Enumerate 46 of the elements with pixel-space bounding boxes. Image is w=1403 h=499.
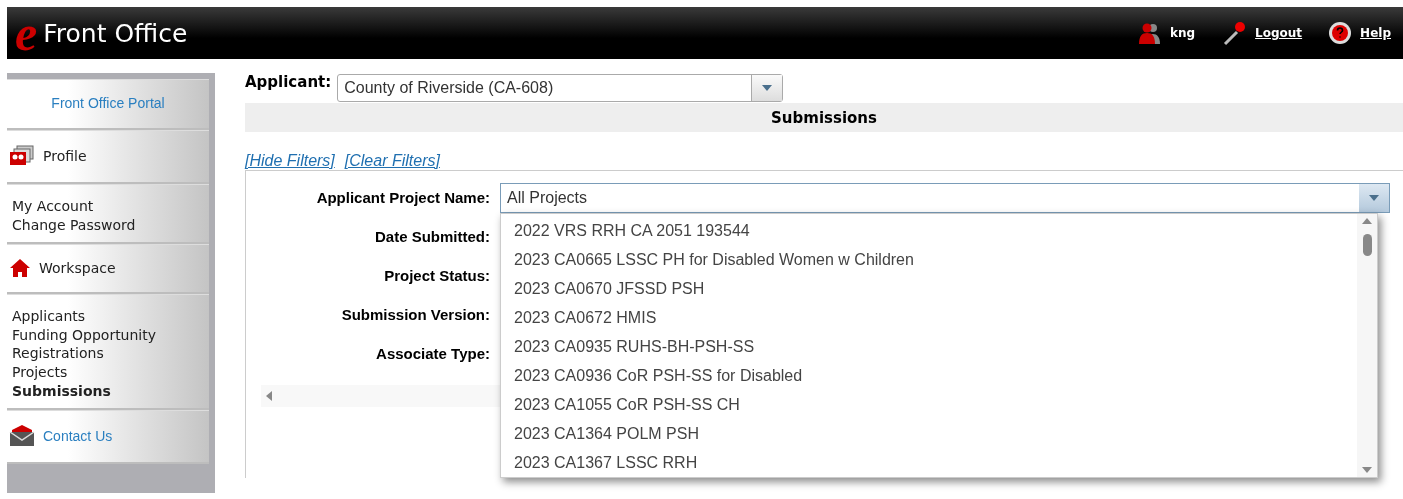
- filter-link[interactable]: [Clear Filters]: [344, 152, 440, 170]
- help-icon: [1328, 21, 1353, 45]
- field-label: Date Submitted:: [374, 228, 490, 245]
- sidebar-link[interactable]: Change Password: [12, 216, 205, 234]
- sidebar-link[interactable]: Applicants: [12, 307, 205, 325]
- contact-link[interactable]: Contact Us: [43, 428, 113, 444]
- scroll-thumb[interactable]: [1362, 234, 1372, 256]
- dropdown-option[interactable]: 2023 CA0935 RUHS-BH-PSH-SS: [514, 331, 1357, 361]
- user-icon: [1137, 22, 1162, 44]
- field-label: Applicant Project Name:: [315, 189, 490, 206]
- header-link[interactable]: Logout: [1255, 26, 1303, 40]
- project-select[interactable]: All Projects: [500, 182, 1390, 213]
- dropdown-option[interactable]: 2023 CA1364 POLM PSH: [514, 418, 1357, 448]
- app-title: Front Office: [43, 18, 188, 48]
- dropdown-option[interactable]: 2023 CA1367 LSSC RRH: [514, 447, 1357, 477]
- caret-icon: [762, 85, 773, 91]
- section-title: Submissions: [771, 108, 877, 127]
- field-label: Project Status:: [383, 267, 490, 284]
- filter-link[interactable]: [Hide Filters]: [245, 152, 335, 170]
- dropdown-option[interactable]: 2023 CA0665 LSSC PH for Disabled Women w Children: [514, 244, 1357, 274]
- dropdown-option[interactable]: 2022 VRS RRH CA 2051 193544: [514, 215, 1357, 245]
- down-arrow-icon: [1362, 466, 1372, 473]
- field-label: Submission Version:: [340, 306, 490, 323]
- user-name: kng: [1169, 26, 1196, 40]
- sidebar-link[interactable]: Funding Opportunity Registrations: [12, 326, 205, 362]
- key-icon: [1221, 20, 1248, 46]
- scrollbar[interactable]: [1357, 213, 1377, 477]
- sidebar-link[interactable]: Projects: [12, 363, 205, 381]
- dropdown-option[interactable]: 2023 CA1055 CoR PSH-SS CH: [514, 389, 1357, 419]
- applicant-select[interactable]: County of Riverside (CA-608): [337, 74, 784, 102]
- sidebar-link[interactable]: Submissions: [12, 382, 205, 400]
- section-heading: Workspace: [39, 260, 116, 276]
- dropdown-option[interactable]: 2023 CA0936 CoR PSH-SS for Disabled: [514, 360, 1357, 390]
- logo-letter: e: [15, 13, 38, 53]
- section-heading: Profile: [43, 148, 87, 164]
- portal-link[interactable]: Front Office Portal: [7, 80, 209, 128]
- dropdown-option[interactable]: 2023 CA0672 HMIS: [514, 302, 1357, 332]
- up-arrow-icon: [1362, 217, 1372, 224]
- caret-icon: [1369, 194, 1379, 201]
- field-label: Associate Type:: [375, 345, 490, 362]
- field-label: Applicant:: [245, 73, 332, 91]
- house-icon: [9, 258, 31, 278]
- dropdown-option[interactable]: 2023 CA0670 JFSSD PSH: [514, 273, 1357, 303]
- left-arrow-icon: [266, 391, 272, 401]
- header-link[interactable]: Help: [1360, 26, 1391, 40]
- sidebar-link[interactable]: My Account: [12, 197, 205, 215]
